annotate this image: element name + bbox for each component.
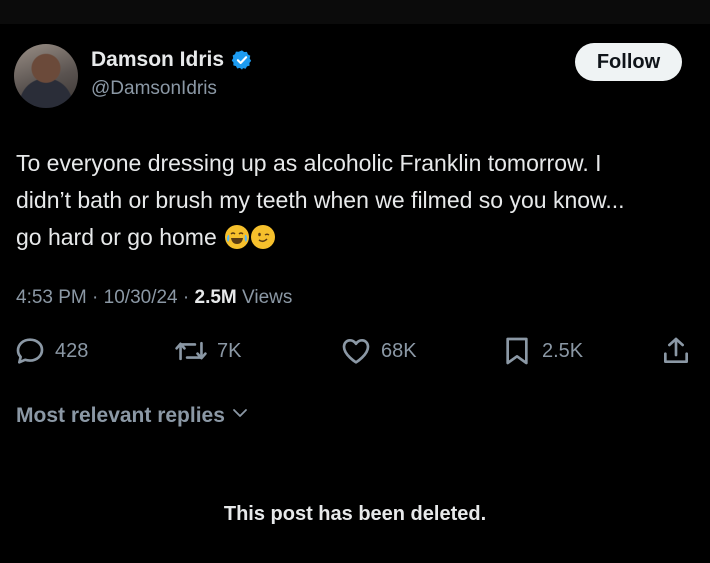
bookmark-count: 2.5K — [542, 339, 584, 362]
share-button[interactable] — [660, 335, 692, 367]
post-text-line: didn’t bath or brush my teeth when we fi… — [16, 187, 625, 213]
replies-sort-dropdown[interactable]: Most relevant replies — [16, 404, 249, 428]
post-text: To everyone dressing up as alcoholic Fra… — [16, 145, 696, 256]
post-time[interactable]: 4:53 PM — [16, 287, 87, 308]
face-with-tears-of-joy-icon — [225, 225, 250, 249]
views-count: 2.5M — [194, 287, 237, 308]
author-name-row[interactable]: Damson Idris — [91, 48, 253, 72]
reply-icon — [14, 335, 46, 367]
verified-badge-icon — [231, 49, 253, 71]
author-handle[interactable]: @DamsonIdris — [91, 78, 217, 100]
author-name[interactable]: Damson Idris — [91, 48, 224, 72]
bookmark-icon — [501, 335, 533, 367]
replies-sort-label: Most relevant replies — [16, 404, 225, 427]
meta-separator: · — [92, 287, 99, 308]
post-text-line: go hard or go home — [16, 219, 696, 256]
meta-separator: · — [182, 287, 190, 308]
like-button[interactable]: 68K — [340, 335, 417, 367]
bookmark-button[interactable]: 2.5K — [501, 335, 583, 367]
post-meta: 4:53 PM · 10/30/24 · 2.5M Views — [16, 287, 292, 309]
deleted-post-message: This post has been deleted. — [223, 503, 487, 525]
chevron-down-icon — [231, 404, 249, 428]
follow-button[interactable]: Follow — [575, 43, 682, 81]
avatar[interactable] — [14, 44, 78, 108]
action-bar: 428 7K 68K 2.5K — [0, 335, 710, 371]
top-bar — [0, 0, 710, 24]
post-text-line: To everyone dressing up as alcoholic Fra… — [16, 150, 602, 176]
winking-face-icon — [251, 225, 276, 249]
views-label: Views — [242, 287, 293, 308]
reply-button[interactable]: 428 — [14, 335, 88, 367]
post-date[interactable]: 10/30/24 — [104, 287, 178, 308]
repost-button[interactable]: 7K — [174, 335, 241, 367]
heart-icon — [340, 335, 372, 367]
reply-count: 428 — [55, 339, 89, 362]
repost-icon — [174, 335, 208, 367]
repost-count: 7K — [217, 339, 242, 362]
share-icon — [660, 335, 692, 367]
post-text-line-content: go hard or go home — [16, 224, 217, 250]
like-count: 68K — [381, 339, 417, 362]
